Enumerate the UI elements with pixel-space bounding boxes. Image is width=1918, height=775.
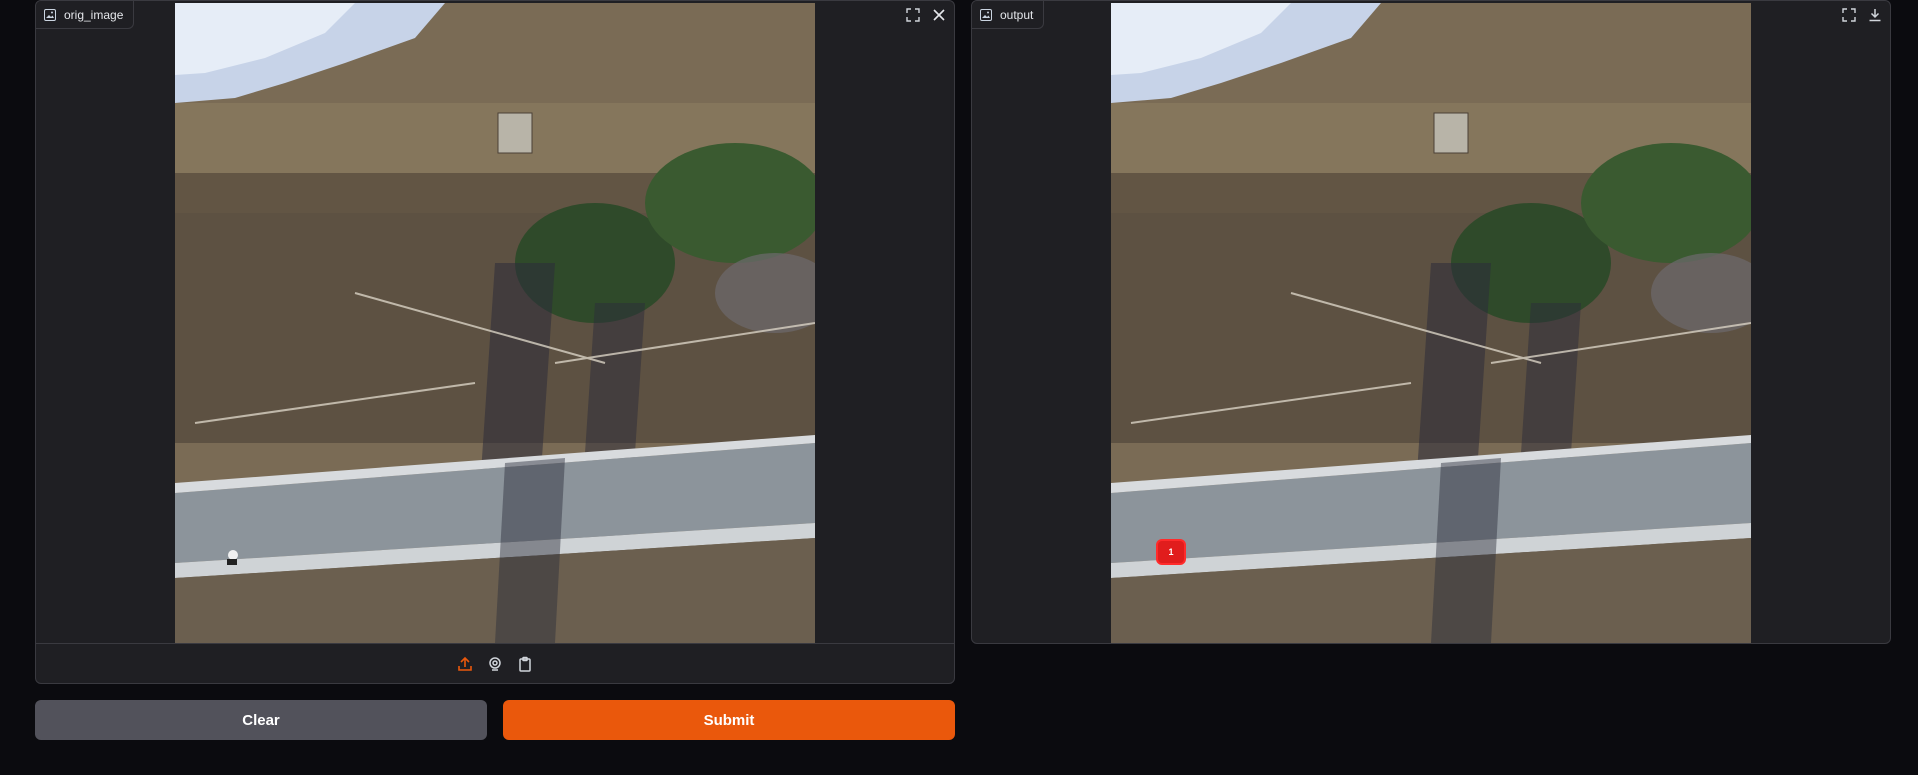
input-actions xyxy=(902,3,950,27)
input-image-panel: orig_image xyxy=(35,0,955,684)
clear-button[interactable]: Clear xyxy=(35,700,487,740)
input-label: orig_image xyxy=(64,7,124,22)
output-image[interactable]: 1 xyxy=(1111,3,1751,643)
output-label: output xyxy=(1000,7,1034,22)
submit-button[interactable]: Submit xyxy=(503,700,955,740)
output-image-panel: output 1 xyxy=(971,0,1891,644)
orig-image[interactable] xyxy=(175,3,815,643)
output-label-chip: output xyxy=(972,1,1045,29)
clipboard-icon[interactable] xyxy=(515,654,535,674)
upload-icon[interactable] xyxy=(455,654,475,674)
fullscreen-icon[interactable] xyxy=(902,3,924,27)
app-root: orig_image output 1 Clear Submit xyxy=(0,0,1918,775)
download-icon[interactable] xyxy=(1864,3,1886,27)
image-icon xyxy=(980,8,992,21)
detection-box: 1 xyxy=(1156,539,1186,565)
aerial-scene xyxy=(175,3,815,643)
detection-label: 1 xyxy=(1168,547,1174,557)
output-actions xyxy=(1838,3,1886,27)
aerial-scene-annotated xyxy=(1111,3,1751,643)
fullscreen-icon[interactable] xyxy=(1838,3,1860,27)
webcam-icon[interactable] xyxy=(485,654,505,674)
input-label-chip: orig_image xyxy=(36,1,135,29)
close-icon[interactable] xyxy=(928,3,950,27)
image-icon xyxy=(44,8,56,21)
input-source-toolbar xyxy=(36,643,954,683)
